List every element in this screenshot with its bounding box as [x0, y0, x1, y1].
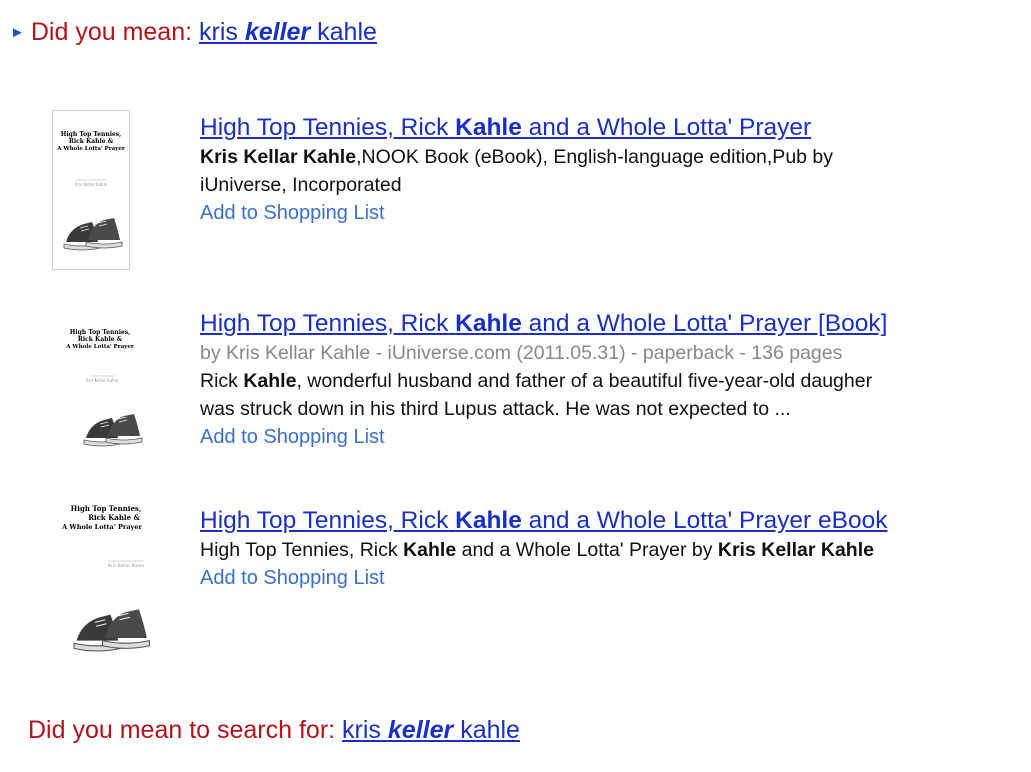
svg-text:High Top Tennies,: High Top Tennies,	[71, 504, 142, 513]
result-snippet: Rick Kahle, wonderful husband and father…	[200, 370, 873, 392]
svg-text:Rick Kahle &: Rick Kahle &	[88, 513, 140, 522]
did-you-mean-label: Did you mean:	[30, 18, 193, 46]
svg-text:High Top Tennies,: High Top Tennies,	[61, 131, 122, 138]
did-you-mean-search-link[interactable]: kris keller kahle	[342, 716, 520, 744]
svg-text:A Whole Lotta' Prayer: A Whole Lotta' Prayer	[56, 146, 125, 152]
add-to-shopping-list-link[interactable]: Add to Shopping List	[200, 564, 1015, 592]
result-description-line2: iUniverse, Incorporated	[200, 174, 402, 196]
add-to-shopping-list-link[interactable]: Add to Shopping List	[200, 423, 1015, 451]
svg-text:Rick Kahle &: Rick Kahle &	[69, 138, 114, 145]
did-you-mean-bottom: Did you mean to search for: kris keller …	[28, 716, 520, 745]
result-description: High Top Tennies, Rick Kahle and a Whole…	[200, 539, 874, 561]
svg-text:Rick Kahle &: Rick Kahle &	[78, 336, 123, 343]
result-meta: by Kris Kellar Kahle - iUniverse.com (20…	[200, 342, 843, 364]
result-title-link[interactable]: High Top Tennies, Rick Kahle and a Whole…	[200, 506, 1015, 536]
svg-text:A Whole Lotta' Prayer: A Whole Lotta' Prayer	[61, 523, 142, 531]
did-you-mean-search-label: Did you mean to search for:	[28, 716, 336, 744]
book-cover-thumbnail[interactable]: High Top Tennies, Rick Kahle & A Whole L…	[52, 110, 130, 270]
add-to-shopping-list-link[interactable]: Add to Shopping List	[200, 199, 1015, 227]
svg-text:High Top Tennies,: High Top Tennies,	[70, 329, 131, 336]
result-title-link[interactable]: High Top Tennies, Rick Kahle and a Whole…	[200, 113, 1015, 143]
svg-text:Kris Kellar Kahle: Kris Kellar Kahle	[86, 378, 119, 383]
did-you-mean-top: ► Did you mean: kris keller kahle	[10, 18, 377, 47]
result-title-link[interactable]: High Top Tennies, Rick Kahle and a Whole…	[200, 309, 1015, 339]
result-snippet-line2: was struck down in his third Lupus attac…	[200, 398, 791, 420]
result-description: Kris Kellar Kahle,NOOK Book (eBook), Eng…	[200, 146, 834, 168]
svg-text:Kris Kellar Kahle: Kris Kellar Kahle	[108, 563, 145, 569]
book-cover-thumbnail[interactable]: High Top Tennies, Rick Kahle & A Whole L…	[38, 503, 168, 671]
svg-text:Kris Kellar Kahle: Kris Kellar Kahle	[75, 182, 108, 187]
svg-text:A Whole Lotta' Prayer: A Whole Lotta' Prayer	[65, 344, 134, 350]
did-you-mean-link[interactable]: kris keller kahle	[199, 18, 377, 46]
triangle-right-icon: ►	[10, 24, 25, 41]
book-cover-thumbnail[interactable]: High Top Tennies, Rick Kahle & A Whole L…	[52, 318, 162, 468]
